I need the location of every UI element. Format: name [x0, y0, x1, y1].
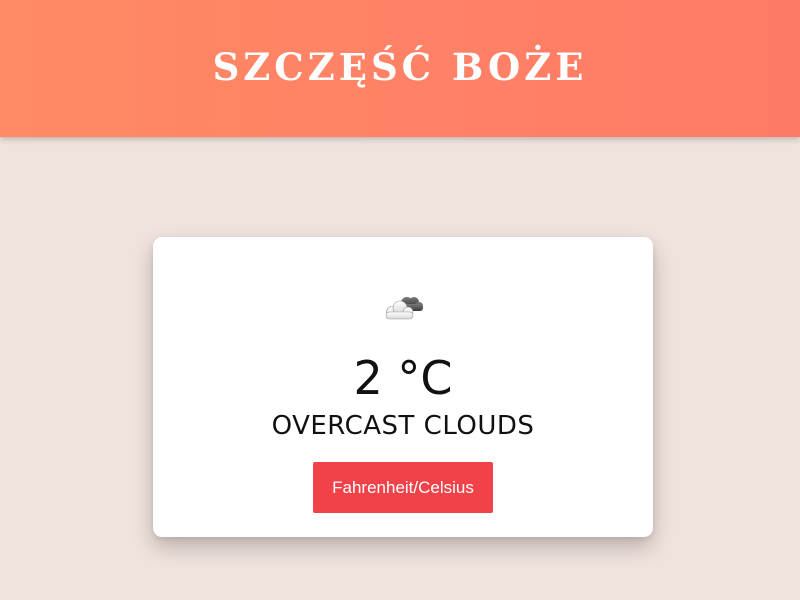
weather-description: OVERCAST CLOUDS	[271, 411, 535, 441]
unit-toggle-button[interactable]: Fahrenheit/Celsius	[313, 462, 493, 513]
cloud-icon	[385, 297, 423, 320]
page-title: SZCZĘŚĆ BOŻE	[212, 44, 588, 89]
temperature-value: 2 °C	[353, 351, 453, 405]
weather-card: 2 °C OVERCAST CLOUDS Fahrenheit/Celsius	[153, 237, 653, 537]
page-header: SZCZĘŚĆ BOŻE	[0, 0, 800, 137]
